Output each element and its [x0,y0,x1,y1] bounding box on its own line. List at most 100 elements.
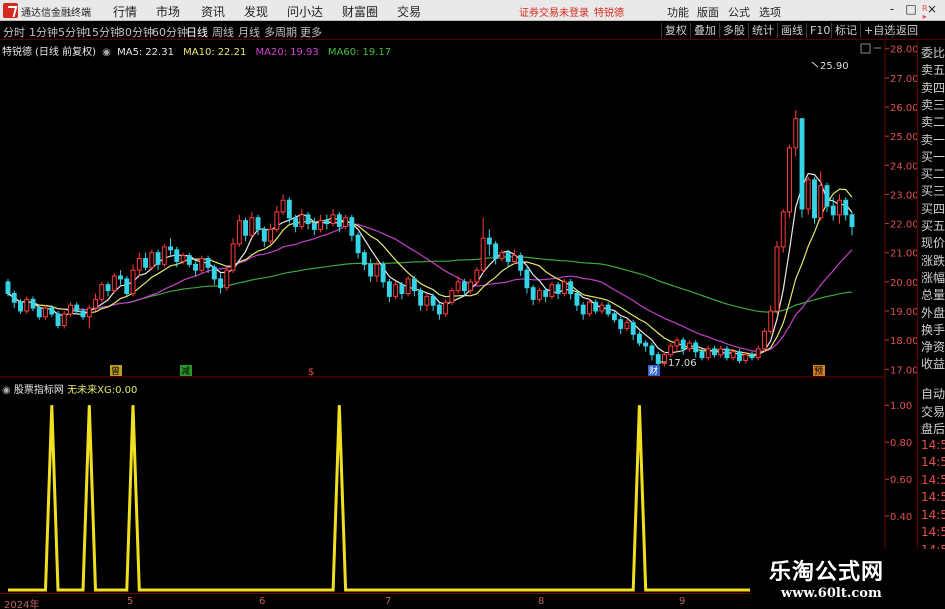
minimize-icon[interactable]: - [885,2,899,17]
trade-time: 14:56 [921,525,945,539]
candle-down [386,281,392,297]
quote-field-label: 买一 [921,149,945,164]
current-stock-link[interactable]: 特锐德 [594,4,624,19]
quote-field-label: 涨幅 [921,270,945,285]
multi-stock-button[interactable]: 多股 [719,23,748,38]
candle-down [593,301,599,312]
event-marker[interactable]: 曾 [111,365,120,377]
menu-options[interactable]: 选项 [759,4,781,20]
menu-functions[interactable]: 功能 [667,4,689,20]
menu-markets[interactable]: 市场 [156,3,180,20]
period-more[interactable]: 更多 [300,24,322,40]
candle-down [143,258,148,268]
menu-market-quotes[interactable]: 行情 [113,3,137,20]
draw-line-button[interactable]: 画线 [777,23,806,38]
candle-up [762,330,767,350]
candle-down [11,293,17,303]
candle-down [849,214,855,227]
event-marker[interactable]: 财 [649,365,658,377]
candle-down [55,313,61,327]
login-status[interactable]: 证券交易未登录 [519,4,589,19]
candle-down [830,205,836,216]
quote-field-label: 买三 [921,184,945,199]
candle-up [549,284,555,297]
menu-trade[interactable]: 交易 [397,3,421,20]
trade-time: 14:56 [921,490,945,504]
candle-up [837,199,842,216]
panel-tab[interactable]: 盘后 [921,420,945,437]
period-daily[interactable]: 日线 [186,24,208,40]
candle-down [737,351,742,362]
period-15min[interactable]: 15分钟 [85,24,121,40]
candle-up [443,301,449,315]
menu-discover[interactable]: 发现 [244,3,268,20]
panel-toggle-icon[interactable]: R ▸ [922,5,928,21]
period-5min[interactable]: 5分钟 [58,24,87,40]
quote-field-label: 买二 [921,167,945,182]
candle-down [80,310,86,318]
candle-down [486,237,492,245]
candle-up [43,307,48,318]
menu-ask[interactable]: 问小达 [287,3,323,20]
period-1min[interactable]: 1分钟 [29,24,58,40]
indicator-value: 0.00 [115,385,138,396]
price-tick-label: 17.00 [890,365,917,376]
menu-layout[interactable]: 版面 [697,4,719,20]
quote-field-label: 换手 [921,322,945,337]
quote-field-label: 卖五 [921,63,945,78]
candle-up [99,284,105,300]
menu-formula[interactable]: 公式 [728,4,750,20]
menu-wealth-circle[interactable]: 财富圈 [342,3,378,20]
period-intraday[interactable]: 分时 [3,24,25,40]
indicator-settings-icon[interactable]: ◉ [2,385,14,396]
event-marker[interactable]: 减 [181,365,190,377]
app-logo-icon [3,3,18,18]
quote-panel: 委比 卖五 卖四 卖三 卖二 卖一 买一 买二 买三 买四 买五 现价 涨跌 涨幅 总量 外盘 换手 净资 收益 自动… [917,40,945,609]
event-marker[interactable]: 预 [814,366,823,377]
candle-down [749,354,755,359]
maximize-icon[interactable]: □ [904,2,918,17]
price-tick-label: 23.00 [890,190,917,201]
period-monthly[interactable]: 月线 [238,24,260,40]
quote-field-label: 买四 [921,201,945,216]
candle-up [474,269,480,283]
menu-news[interactable]: 资讯 [201,3,225,20]
panel-tab[interactable]: 自动 [921,385,945,402]
adjust-button[interactable]: 复权 [661,23,690,38]
candle-down [411,278,417,292]
event-marker[interactable]: $ [308,367,314,378]
mark-button[interactable]: 标记 [831,23,860,38]
period-weekly[interactable]: 周线 [212,24,234,40]
candle-up [199,258,205,271]
period-multi[interactable]: 多周期 [264,24,297,40]
candle-down [305,214,311,225]
candle-down [49,307,55,315]
f10-button[interactable]: F10 [806,23,833,38]
candle-up [149,252,155,268]
candle-down [105,284,111,292]
candle-up [743,354,749,362]
candle-down [336,214,342,227]
period-30min[interactable]: 30分钟 [118,24,154,40]
period-60min[interactable]: 60分钟 [152,24,188,40]
candle-down [524,269,530,289]
back-button[interactable]: 返回 [892,23,921,38]
candle-down [543,290,549,297]
candle-up [130,269,136,294]
candle-down [380,263,386,283]
statistics-button[interactable]: 统计 [748,23,777,38]
candle-up [268,228,274,242]
candle-up [718,348,724,356]
candle-down [168,246,173,251]
price-tick-label: 26.00 [890,103,917,114]
date-label: 6 [259,596,266,607]
candle-up [455,281,461,292]
panel-tab[interactable]: 交易 [921,403,945,420]
candlestick-chart[interactable]: 28.00 27.00 26.00 25.00 24.00 23.00 22.00 21.00… [0,40,917,378]
overlay-button[interactable]: 叠加 [690,23,719,38]
legend-settings-icon[interactable]: ◉ [102,47,111,58]
quote-field-label: 外盘 [921,305,945,320]
chart-background [0,40,917,378]
candle-up [424,295,430,306]
watermark-title: 乐淘公式网 [769,560,885,585]
